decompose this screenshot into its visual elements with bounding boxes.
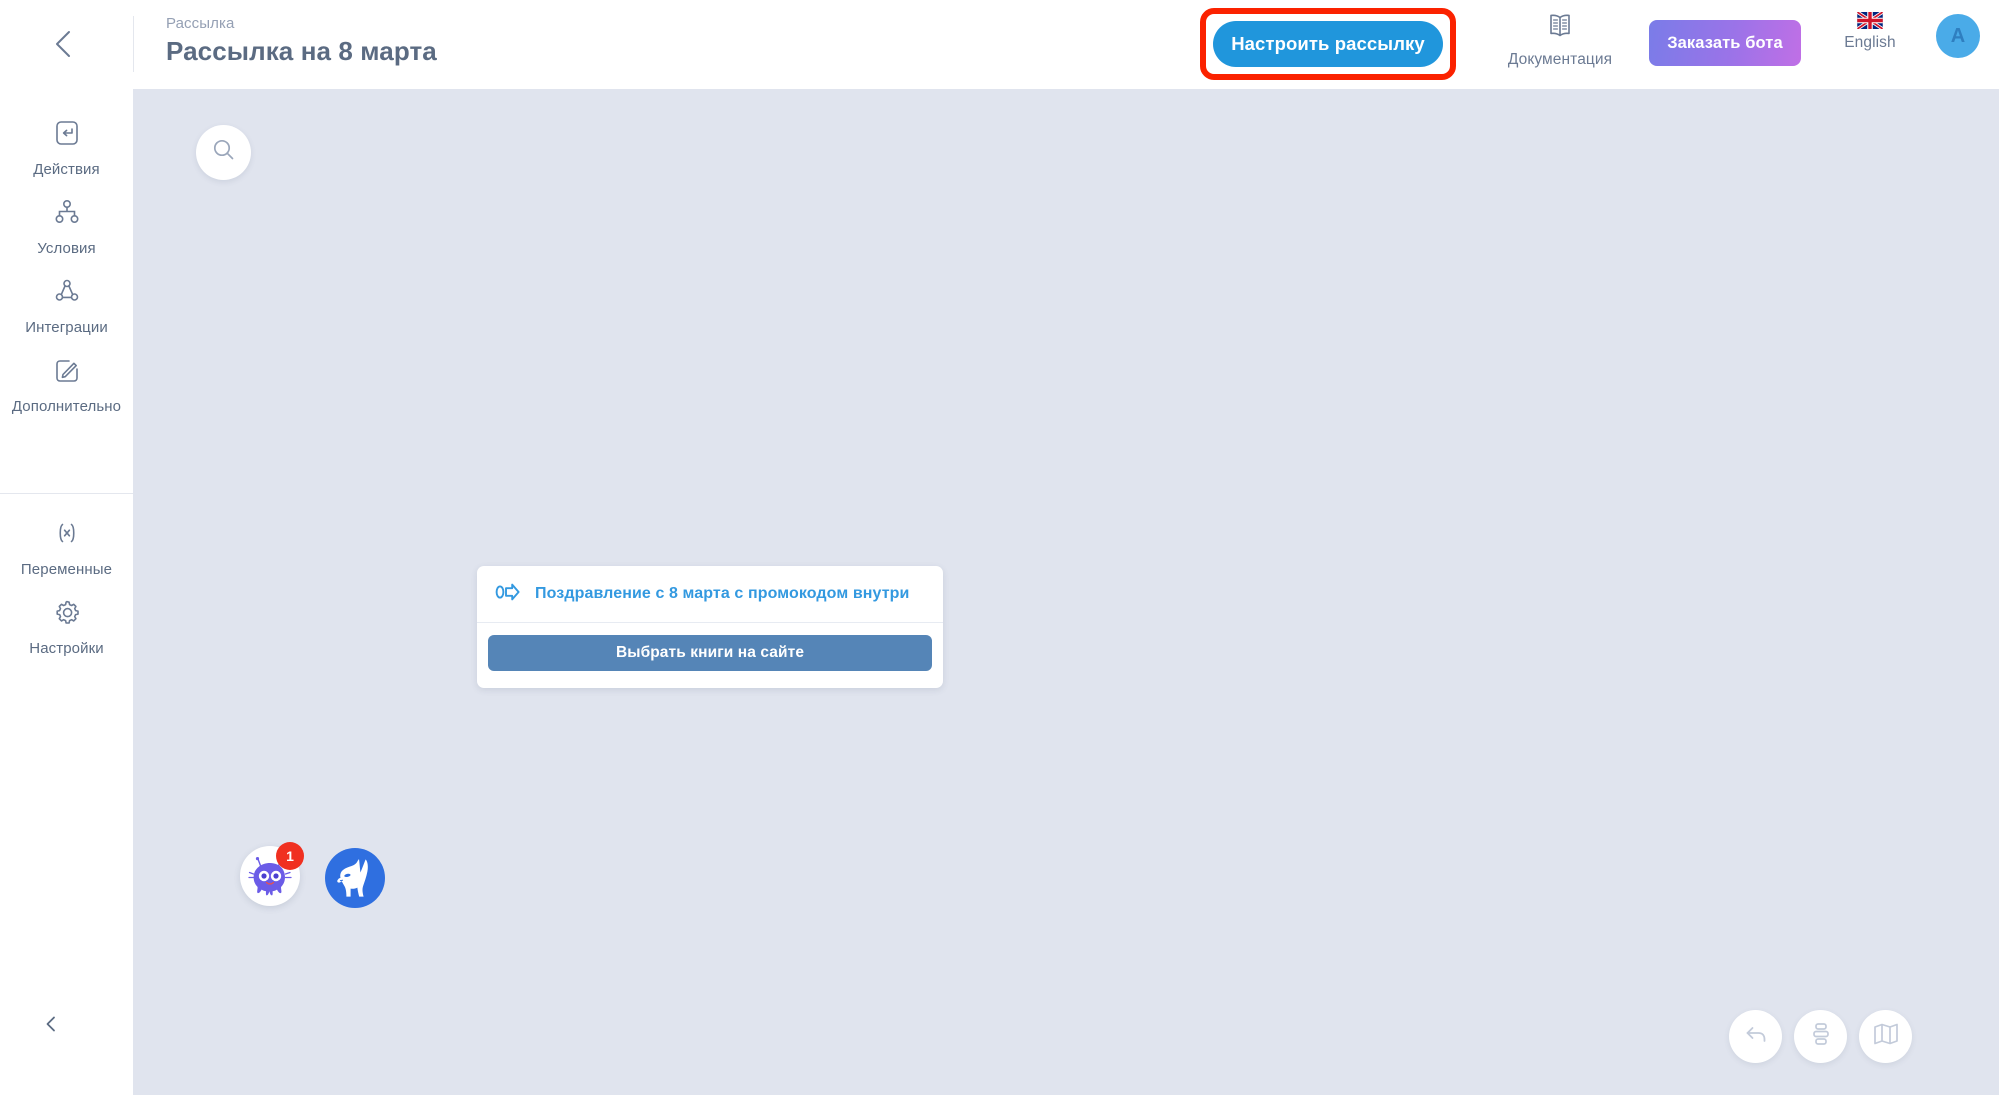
- folded-map-icon: [1872, 1022, 1900, 1051]
- sidebar-item-label: Дополнительно: [11, 398, 122, 415]
- sidebar-item-actions[interactable]: Действия: [0, 104, 133, 183]
- order-bot-button[interactable]: Заказать бота: [1649, 20, 1801, 66]
- canvas-tools: [1729, 1010, 1912, 1063]
- branch-tree-icon: [52, 197, 82, 232]
- gear-icon: [52, 597, 82, 632]
- sidebar-item-integrations[interactable]: Интеграции: [0, 262, 133, 341]
- message-flow-icon: [495, 582, 521, 607]
- llama-bot-avatar[interactable]: [325, 848, 385, 908]
- sidebar-item-label: Переменные: [20, 561, 113, 578]
- title-block: Рассылка Рассылка на 8 марта: [166, 14, 437, 68]
- sidebar-item-label: Условия: [37, 240, 96, 257]
- sidebar-item-variables[interactable]: Переменные: [0, 504, 133, 583]
- uk-flag-icon: [1857, 12, 1883, 29]
- share-nodes-icon: [52, 276, 82, 311]
- documentation-link[interactable]: Документация: [1485, 10, 1635, 78]
- user-avatar[interactable]: A: [1936, 14, 1980, 58]
- sidebar-collapse-button[interactable]: [27, 1002, 75, 1050]
- undo-button[interactable]: [1729, 1010, 1782, 1063]
- language-label: English: [1844, 34, 1896, 51]
- flow-canvas[interactable]: Поздравление с 8 марта с промокодом внут…: [133, 89, 1999, 1095]
- sidebar-item-label: Настройки: [29, 640, 104, 657]
- sidebar-group-secondary: Переменные Настройки: [0, 504, 133, 662]
- chevron-left-icon: [47, 27, 81, 61]
- left-sidebar: Действия Условия Интеграции Дополнительн…: [0, 89, 133, 1095]
- top-header: Рассылка Рассылка на 8 марта Настроить р…: [0, 0, 1999, 89]
- message-node-card[interactable]: Поздравление с 8 марта с промокодом внут…: [477, 566, 943, 688]
- octopus-bot-avatar[interactable]: 1: [240, 842, 304, 906]
- search-button[interactable]: [196, 125, 251, 180]
- documentation-label: Документация: [1507, 51, 1613, 68]
- stacked-blocks-icon: [1809, 1021, 1833, 1052]
- sidebar-item-label: Действия: [33, 161, 100, 178]
- sidebar-item-additional[interactable]: Дополнительно: [0, 341, 133, 420]
- book-icon: [1545, 10, 1575, 45]
- sidebar-item-label: Интеграции: [25, 319, 108, 336]
- select-books-button[interactable]: Выбрать книги на сайте: [488, 635, 932, 671]
- sidebar-item-settings[interactable]: Настройки: [0, 583, 133, 662]
- sidebar-divider: [0, 493, 133, 494]
- sidebar-group-primary: Действия Условия Интеграции Дополнительн…: [0, 104, 133, 420]
- llama-head-icon: [337, 859, 368, 897]
- unread-badge: 1: [276, 842, 304, 870]
- chevron-left-icon: [41, 1014, 61, 1039]
- app-root: Поздравление с 8 марта с промокодом внут…: [0, 0, 1999, 1095]
- message-node-header: Поздравление с 8 марта с промокодом внут…: [477, 566, 943, 623]
- back-button[interactable]: [40, 20, 88, 68]
- breadcrumb: Рассылка: [166, 15, 235, 32]
- page-title: Рассылка на 8 марта: [166, 36, 437, 66]
- search-icon: [211, 137, 237, 168]
- pencil-square-icon: [52, 355, 82, 390]
- enter-arrow-icon: [52, 118, 82, 153]
- header-divider: [133, 16, 134, 72]
- message-node-title: Поздравление с 8 марта с промокодом внут…: [535, 585, 910, 602]
- setup-broadcast-button[interactable]: Настроить рассылку: [1213, 21, 1443, 67]
- auto-arrange-button[interactable]: [1794, 1010, 1847, 1063]
- language-selector[interactable]: English: [1820, 12, 1920, 76]
- sidebar-item-conditions[interactable]: Условия: [0, 183, 133, 262]
- undo-arrow-icon: [1743, 1021, 1769, 1052]
- map-overview-button[interactable]: [1859, 1010, 1912, 1063]
- variable-brackets-icon: [52, 518, 82, 553]
- message-node-body: Выбрать книги на сайте: [477, 623, 943, 671]
